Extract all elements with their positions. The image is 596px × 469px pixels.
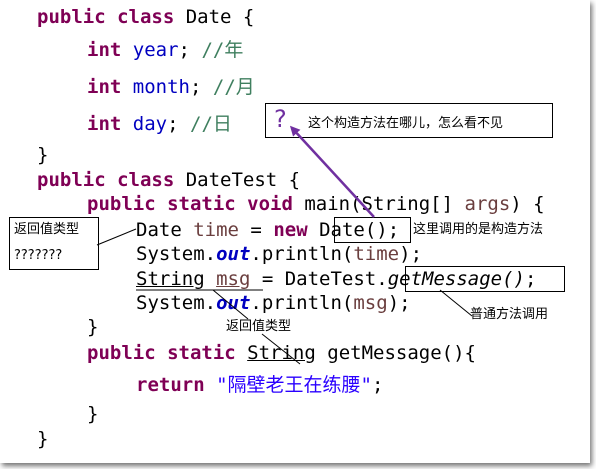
- annotation-lines: [96, 125, 473, 365]
- return-type-connector: [96, 228, 137, 246]
- slide-frame: public class Date { int year; //年 int mo…: [0, 0, 590, 463]
- normal-method-connector: [439, 289, 473, 317]
- return-type-note-connector-2: [261, 333, 301, 365]
- question-arrow: [289, 125, 375, 218]
- return-type-note-connector-1: [212, 289, 249, 320]
